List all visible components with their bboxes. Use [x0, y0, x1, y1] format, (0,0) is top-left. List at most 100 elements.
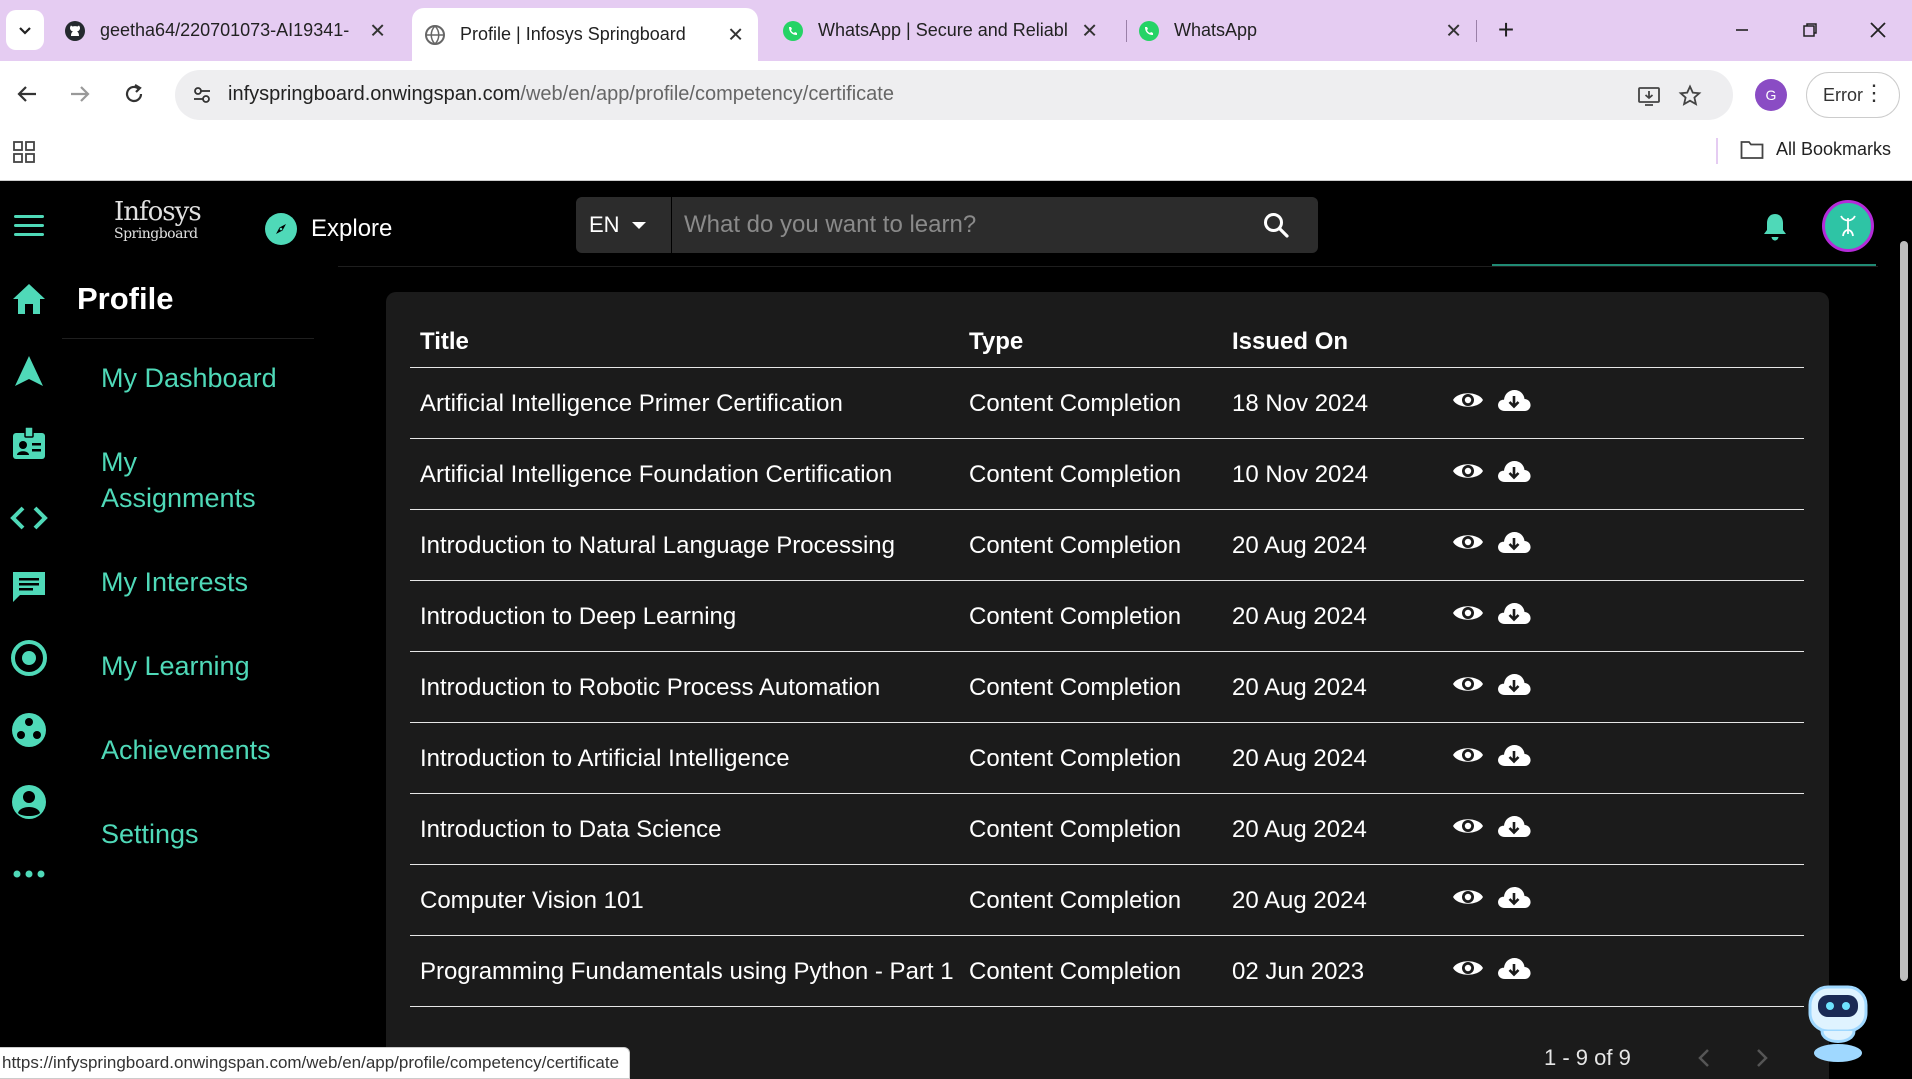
table-row: Introduction to Robotic Process Automati…: [410, 652, 1804, 723]
nav-my-learning[interactable]: My Learning: [101, 648, 250, 684]
tab-separator: [1476, 20, 1477, 42]
previous-page-button[interactable]: [1690, 1043, 1718, 1073]
nav-my-assignments[interactable]: My Assignments: [101, 444, 281, 516]
globe-icon: [424, 24, 446, 46]
certificate-title: Computer Vision 101: [420, 887, 644, 914]
certificate-issued-date: 20 Aug 2024: [1232, 745, 1367, 772]
download-certificate-icon[interactable]: [1496, 453, 1532, 489]
certificate-title: Introduction to Natural Language Process…: [420, 532, 895, 559]
language-select[interactable]: EN: [576, 197, 671, 253]
download-certificate-icon[interactable]: [1496, 666, 1532, 702]
close-icon[interactable]: ✕: [369, 18, 386, 43]
chevron-right-icon: [1757, 1049, 1768, 1067]
view-certificate-eye-icon[interactable]: [1450, 950, 1486, 986]
chevron-left-icon: [1698, 1049, 1709, 1067]
next-page-button[interactable]: [1748, 1043, 1776, 1073]
springboard-app: Infosys Springboard Explore EN What do y…: [0, 181, 1912, 1079]
community-icon[interactable]: [10, 711, 48, 749]
close-icon[interactable]: ✕: [1081, 18, 1098, 43]
apps-grid-icon[interactable]: [12, 140, 36, 164]
tab-profile[interactable]: Profile | Infosys Springboard ✕: [412, 8, 758, 61]
account-icon[interactable]: [10, 783, 48, 821]
explore-button[interactable]: Explore: [265, 213, 392, 245]
certificates-card: Title Type Issued On Artificial Intellig…: [386, 292, 1829, 1079]
caret-down-icon: [631, 221, 646, 229]
all-bookmarks-button[interactable]: All Bookmarks: [1740, 139, 1891, 160]
minimize-button[interactable]: [1722, 10, 1762, 50]
search-input[interactable]: [684, 207, 1244, 243]
tab-github[interactable]: geetha64/220701073-AI19341- ✕: [52, 8, 400, 53]
download-certificate-icon[interactable]: [1496, 950, 1532, 986]
bookmark-star-icon[interactable]: [1676, 82, 1704, 110]
table-row: Introduction to Data Science Content Comp…: [410, 794, 1804, 865]
download-certificate-icon[interactable]: [1496, 595, 1532, 631]
page-scrollbar[interactable]: [1900, 241, 1908, 981]
certificate-title: Introduction to Data Science: [420, 816, 722, 843]
close-window-button[interactable]: [1858, 10, 1898, 50]
download-certificate-icon[interactable]: [1496, 879, 1532, 915]
address-bar[interactable]: infyspringboard.onwingspan.com/web/en/ap…: [175, 70, 1733, 120]
view-certificate-eye-icon[interactable]: [1450, 666, 1486, 702]
chatbot-assistant-icon[interactable]: [1798, 977, 1878, 1063]
navigate-icon[interactable]: [10, 352, 48, 390]
tab-search-button[interactable]: [6, 10, 44, 50]
site-settings-icon[interactable]: [187, 80, 217, 110]
download-certificate-icon[interactable]: [1496, 382, 1532, 418]
plus-icon: +: [1497, 14, 1515, 45]
new-tab-button[interactable]: +: [1488, 12, 1524, 48]
close-icon[interactable]: ✕: [727, 22, 744, 47]
certificate-issued-date: 20 Aug 2024: [1232, 603, 1367, 630]
target-icon[interactable]: [10, 639, 48, 677]
nav-my-interests[interactable]: My Interests: [101, 564, 248, 600]
certificate-issued-date: 20 Aug 2024: [1232, 532, 1367, 559]
tab-whatsapp[interactable]: WhatsApp ✕: [1126, 8, 1476, 53]
url-text: infyspringboard.onwingspan.com/web/en/ap…: [228, 83, 894, 106]
view-certificate-eye-icon[interactable]: [1450, 595, 1486, 631]
view-certificate-eye-icon[interactable]: [1450, 524, 1486, 560]
column-header-issued-on: Issued On: [1232, 328, 1349, 355]
user-avatar[interactable]: [1822, 200, 1874, 252]
badge-icon[interactable]: [10, 424, 48, 462]
view-certificate-eye-icon[interactable]: [1450, 808, 1486, 844]
whatsapp-icon: [1138, 20, 1160, 42]
download-certificate-icon[interactable]: [1496, 737, 1532, 773]
arrow-left-icon: [17, 86, 36, 102]
search-icon[interactable]: [1262, 211, 1290, 239]
code-icon[interactable]: [10, 499, 48, 537]
hamburger-menu-icon[interactable]: [14, 215, 44, 237]
browser-error-button[interactable]: Error ⋮: [1806, 72, 1900, 118]
close-icon[interactable]: ✕: [1445, 18, 1462, 43]
chat-icon[interactable]: [10, 568, 48, 606]
view-certificate-eye-icon[interactable]: [1450, 879, 1486, 915]
certificate-title: Introduction to Artificial Intelligence: [420, 745, 790, 772]
whatsapp-icon: [782, 20, 804, 42]
notification-bell-icon[interactable]: [1760, 211, 1790, 243]
certificate-issued-date: 20 Aug 2024: [1232, 816, 1367, 843]
browser-profile-avatar[interactable]: G: [1755, 79, 1787, 111]
restore-button[interactable]: [1790, 10, 1830, 50]
certificate-title: Programming Fundamentals using Python - …: [420, 958, 954, 985]
profile-title: Profile: [77, 281, 174, 316]
infosys-springboard-logo[interactable]: Infosys Springboard: [114, 199, 202, 249]
view-certificate-eye-icon[interactable]: [1450, 382, 1486, 418]
certificate-type: Content Completion: [969, 816, 1182, 843]
error-label: Error: [1823, 84, 1863, 105]
reload-button[interactable]: [117, 77, 151, 111]
back-button[interactable]: [10, 77, 44, 111]
app-header: Infosys Springboard Explore EN: [0, 181, 1912, 266]
home-icon[interactable]: [10, 280, 48, 318]
certificate-type: Content Completion: [969, 674, 1182, 701]
download-certificate-icon[interactable]: [1496, 524, 1532, 560]
url-host: infyspringboard.onwingspan.com: [228, 83, 521, 105]
nav-my-dashboard[interactable]: My Dashboard: [101, 360, 277, 396]
download-certificate-icon[interactable]: [1496, 808, 1532, 844]
forward-button[interactable]: [63, 77, 97, 111]
nav-achievements[interactable]: Achievements: [101, 732, 271, 768]
nav-settings[interactable]: Settings: [101, 816, 199, 852]
install-app-icon[interactable]: [1635, 82, 1663, 110]
tab-whatsapp-secure[interactable]: WhatsApp | Secure and Reliable ✕: [770, 8, 1112, 53]
more-icon[interactable]: [10, 855, 48, 893]
view-certificate-eye-icon[interactable]: [1450, 737, 1486, 773]
tab-title: geetha64/220701073-AI19341-: [100, 20, 350, 40]
view-certificate-eye-icon[interactable]: [1450, 453, 1486, 489]
